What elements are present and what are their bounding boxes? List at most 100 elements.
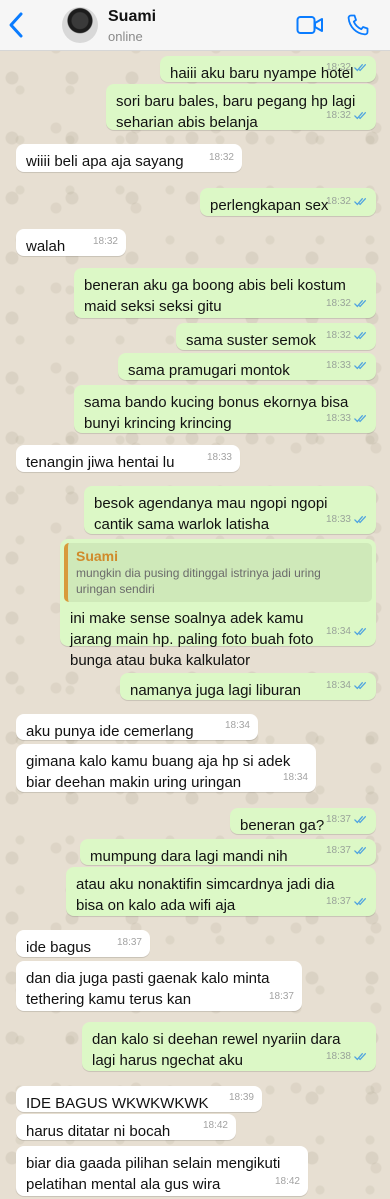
message-time: 18:38 [325,1051,351,1062]
message-meta: 18:32 [326,57,368,78]
outgoing-message[interactable]: sama suster semok 18:32 [176,323,376,350]
message-meta: 18:33 [326,355,368,376]
voice-call-icon[interactable] [346,13,370,37]
message-meta: 18:32 [326,191,368,212]
message-time: 18:37 [116,937,142,948]
message-meta: 18:39 [229,1087,254,1108]
back-chevron-icon[interactable] [6,11,26,39]
outgoing-message[interactable]: perlengkapan sex 18:32 [200,188,376,216]
incoming-message[interactable]: walah 18:32 [16,229,126,256]
message-text: wiiii beli apa aja sayang [26,153,184,170]
incoming-message[interactable]: harus ditatar ni bocah 18:42 [16,1114,236,1140]
outgoing-message[interactable]: namanya juga lagi liburan 18:34 [120,673,376,700]
message-time: 18:33 [325,514,351,525]
message-time: 18:37 [325,896,351,907]
message-text: dan kalo si deehan rewel nyariin dara la… [92,1031,341,1069]
message-meta: 18:32 [93,231,118,252]
incoming-message[interactable]: ide bagus 18:37 [16,930,150,957]
chat-header: Suami online [0,0,390,51]
quoted-sender: Suami [76,548,119,564]
message-time: 18:39 [228,1092,254,1103]
outgoing-message[interactable]: sori baru bales, baru pegang hp lagi seh… [106,84,376,131]
quoted-text: mungkin dia pusing ditinggal istrinya ja… [76,566,321,596]
read-ticks-icon [354,197,368,206]
outgoing-message[interactable]: haiii aku baru nyampe hotel 18:32 [160,56,376,82]
message-text: biar dia gaada pilihan selain mengikuti … [26,1155,281,1193]
message-meta: 18:34 [225,715,250,736]
outgoing-message[interactable]: sama bando kucing bonus ekornya bisa bun… [74,385,376,433]
outgoing-message[interactable]: mumpung dara lagi mandi nih 18:37 [80,839,376,865]
read-ticks-icon [354,111,368,120]
message-meta: 18:38 [326,1046,368,1067]
message-time: 18:37 [325,845,351,856]
read-ticks-icon [354,815,368,824]
incoming-message[interactable]: dan dia juga pasti gaenak kalo minta tet… [16,961,302,1011]
message-text: ini make sense soalnya adek kamu jarang … [70,610,314,669]
message-text: tenangin jiwa hentai lu [26,454,175,471]
message-time: 18:42 [202,1120,228,1131]
contact-status: online [108,29,143,44]
message-meta: 18:32 [326,105,368,126]
outgoing-message[interactable]: dan kalo si deehan rewel nyariin dara la… [82,1022,376,1071]
message-text: atau aku nonaktifin simcardnya jadi dia … [76,876,335,914]
message-time: 18:33 [325,413,351,424]
outgoing-message[interactable]: besok agendanya mau ngopi ngopi cantik s… [84,486,376,534]
message-meta: 18:37 [326,891,368,912]
message-text: gimana kalo kamu buang aja hp si adek bi… [26,753,291,791]
contact-avatar[interactable] [62,7,98,43]
message-text: sama bando kucing bonus ekornya bisa bun… [84,394,349,432]
message-time: 18:32 [208,152,234,163]
read-ticks-icon [354,63,368,72]
message-meta: 18:32 [326,293,368,314]
video-call-icon[interactable] [296,14,324,36]
message-time: 18:32 [325,62,351,73]
contact-name[interactable]: Suami [108,8,156,26]
message-time: 18:37 [325,814,351,825]
message-time: 18:34 [325,626,351,637]
incoming-message[interactable]: gimana kalo kamu buang aja hp si adek bi… [16,744,316,792]
message-meta: 18:37 [326,840,368,861]
incoming-message[interactable]: IDE BAGUS WKWKWKWK 18:39 [16,1086,262,1112]
message-text: dan dia juga pasti gaenak kalo minta tet… [26,970,270,1008]
read-ticks-icon [354,361,368,370]
outgoing-message[interactable]: atau aku nonaktifin simcardnya jadi dia … [66,867,376,916]
read-ticks-icon [354,897,368,906]
incoming-message[interactable]: tenangin jiwa hentai lu 18:33 [16,445,240,472]
quoted-reply[interactable]: Suami mungkin dia pusing ditinggal istrin… [64,543,372,602]
outgoing-message[interactable]: Suami mungkin dia pusing ditinggal istrin… [60,539,376,669]
message-meta: 18:34 [326,675,368,696]
read-ticks-icon [354,1052,368,1061]
message-meta: 18:42 [203,1115,228,1136]
read-ticks-icon [354,299,368,308]
message-meta: 18:37 [117,932,142,953]
outgoing-message[interactable]: beneran aku ga boong abis beli kostum ma… [74,268,376,318]
read-ticks-icon [354,681,368,690]
message-meta: 18:37 [326,809,368,830]
message-meta: 18:33 [326,408,368,429]
outgoing-message[interactable]: sama pramugari montok 18:33 [118,353,376,380]
message-time: 18:32 [92,236,118,247]
message-time: 18:33 [325,360,351,371]
read-ticks-icon [354,331,368,340]
message-meta: 18:32 [326,325,368,346]
message-meta: 18:42 [275,1171,300,1192]
message-time: 18:34 [224,720,250,731]
message-time: 18:42 [274,1176,300,1187]
read-ticks-icon [354,846,368,855]
message-time: 18:32 [325,196,351,207]
incoming-message[interactable]: aku punya ide cemerlang 18:34 [16,714,258,740]
incoming-message[interactable]: wiiii beli apa aja sayang 18:32 [16,144,242,172]
message-meta: 18:34 [283,767,308,788]
message-time: 18:32 [325,110,351,121]
outgoing-message[interactable]: beneran ga? 18:37 [230,808,376,834]
message-time: 18:34 [325,680,351,691]
message-time: 18:33 [206,452,232,463]
message-text: aku punya ide cemerlang [26,723,194,740]
incoming-message[interactable]: biar dia gaada pilihan selain mengikuti … [16,1146,308,1196]
message-meta: 18:33 [326,509,368,530]
message-meta: 18:32 [209,147,234,168]
message-text: harus ditatar ni bocah [26,1123,171,1140]
read-ticks-icon [354,515,368,524]
message-time: 18:34 [282,772,308,783]
message-meta: 18:33 [207,447,232,468]
